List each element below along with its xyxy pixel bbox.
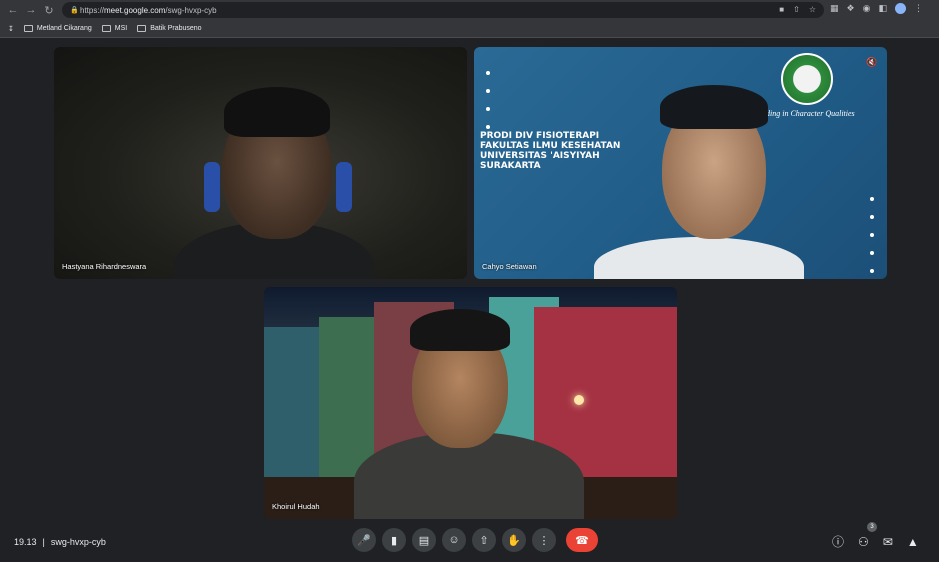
call-controls: 🎤 ▮ ▤ ☺ ⇧ ✋ ⋮ ☎ xyxy=(352,528,598,552)
bookmark-label: Metland Cikarang xyxy=(36,25,92,32)
mic-off-icon: 🔇 xyxy=(866,56,878,67)
reload-icon[interactable]: ↻ xyxy=(40,1,58,19)
url-host: meet.google.com xyxy=(104,5,166,15)
decor-dot xyxy=(870,215,874,219)
hand-icon: ✋ xyxy=(507,534,521,547)
phone-hangup-icon: ☎ xyxy=(575,534,589,547)
url-path: /swg-hvxp-cyb xyxy=(165,5,217,15)
forward-arrow-icon[interactable]: → xyxy=(22,1,40,19)
people-icon[interactable]: ⚇ xyxy=(858,535,869,549)
banner-text: PRODI DIV FISIOTERAPI FAKULTAS ILMU KESE… xyxy=(480,131,660,171)
decor-dot xyxy=(870,269,874,273)
hair xyxy=(660,85,768,129)
info-icon[interactable]: ⓘ xyxy=(832,533,844,550)
separator: | xyxy=(42,537,45,547)
background-building xyxy=(264,327,324,497)
leave-call-button[interactable]: ☎ xyxy=(566,528,598,552)
star-icon[interactable]: ☆ xyxy=(809,5,816,14)
present-screen-icon: ⇧ xyxy=(479,534,489,547)
emoji-icon: ☺ xyxy=(448,534,460,546)
microphone-icon: 🎤 xyxy=(357,534,371,547)
bookmark-label: Batik Prabuseno xyxy=(150,25,202,32)
puzzle-icon[interactable]: ❖ xyxy=(847,3,855,14)
bookmark-msi[interactable]: MSI xyxy=(101,25,128,32)
banner-line: UNIVERSITAS 'AISYIYAH SURAKARTA xyxy=(480,151,600,171)
banner-line: PRODI DIV FISIOTERAPI xyxy=(480,131,600,141)
sidebar-icon[interactable]: ◧ xyxy=(878,3,887,14)
decor-dot xyxy=(870,233,874,237)
back-arrow-icon[interactable]: ← xyxy=(4,1,22,19)
decor-dot xyxy=(486,89,490,93)
more-options-button[interactable]: ⋮ xyxy=(532,528,556,552)
decor-dot xyxy=(486,71,490,75)
motto-text: ...ding in Character Qualities xyxy=(760,109,855,118)
bookmarks-bar: ↧ Metland Cikarang MSI Batik Prabuseno xyxy=(0,20,939,38)
meeting-code: swg-hvxp-cyb xyxy=(50,537,106,547)
participant-count-badge: 3 xyxy=(867,522,877,532)
present-button[interactable]: ⇧ xyxy=(472,528,496,552)
share-icon[interactable]: ⇧ xyxy=(793,5,800,14)
headphone-left xyxy=(204,162,220,212)
street-lamp xyxy=(574,395,584,405)
participant-tile-3[interactable]: Khoirul Hudah xyxy=(264,287,677,519)
decor-dot xyxy=(486,107,490,111)
hair xyxy=(224,87,330,137)
decor-dot xyxy=(870,251,874,255)
participant-tile-1[interactable]: Hastyana Rihardneswara xyxy=(54,47,467,279)
folder-icon xyxy=(23,25,33,32)
folder-icon xyxy=(137,25,147,32)
microphone-button[interactable]: 🎤 xyxy=(352,528,376,552)
raise-hand-button[interactable]: ✋ xyxy=(502,528,526,552)
banner-line: FAKULTAS ILMU KESEHATAN xyxy=(480,141,621,151)
camera-button[interactable]: ▮ xyxy=(382,528,406,552)
chat-icon[interactable]: ✉ xyxy=(883,535,893,549)
meeting-time: 19.13 xyxy=(14,537,37,547)
bookmark-metland[interactable]: Metland Cikarang xyxy=(23,25,92,32)
menu-dots-icon[interactable]: ⋮ xyxy=(914,3,923,14)
video-camera-icon: ▮ xyxy=(390,534,398,547)
bookmark-batik[interactable]: Batik Prabuseno xyxy=(137,25,202,32)
decor-dot xyxy=(486,125,490,129)
lock-icon: 🔒 xyxy=(70,7,79,14)
bookmark-label: MSI xyxy=(114,25,128,32)
captions-button[interactable]: ▤ xyxy=(412,528,436,552)
hair xyxy=(410,309,510,351)
university-logo xyxy=(781,53,833,105)
more-vert-icon: ⋮ xyxy=(538,534,550,547)
download-icon[interactable]: ↧ xyxy=(8,25,14,33)
meeting-control-bar: 19.13 | swg-hvxp-cyb 🎤 ▮ ▤ ☺ ⇧ ✋ ⋮ ☎ ⓘ ⚇… xyxy=(0,528,939,562)
extension-grid-icon[interactable]: ▦ xyxy=(830,3,839,14)
side-panel-controls: ⓘ ⚇ ✉ ▲ xyxy=(832,533,919,550)
camera-icon[interactable]: ■ xyxy=(779,5,784,14)
captions-icon: ▤ xyxy=(418,534,430,547)
meeting-details: 19.13 | swg-hvxp-cyb xyxy=(14,537,106,547)
participant-name: Khoirul Hudah xyxy=(272,502,320,511)
participant-name: Cahyo Setiawan xyxy=(482,262,537,271)
headphone-right xyxy=(336,162,352,212)
profile-avatar[interactable] xyxy=(894,3,906,14)
browser-toolbar: ← → ↻ 🔒 https://meet.google.com/swg-hvxp… xyxy=(0,0,939,20)
decor-dot xyxy=(870,197,874,201)
url-scheme: https:// xyxy=(80,5,105,15)
activities-icon[interactable]: ▲ xyxy=(907,535,919,549)
folder-icon xyxy=(101,25,111,32)
reactions-button[interactable]: ☺ xyxy=(442,528,466,552)
address-bar[interactable]: 🔒 https://meet.google.com/swg-hvxp-cyb ■… xyxy=(62,2,824,18)
extension-icon[interactable]: ◉ xyxy=(863,3,871,14)
participant-name: Hastyana Rihardneswara xyxy=(62,262,147,271)
participant-tile-2[interactable]: PRODI DIV FISIOTERAPI FAKULTAS ILMU KESE… xyxy=(474,47,887,279)
participant-body xyxy=(594,237,804,279)
